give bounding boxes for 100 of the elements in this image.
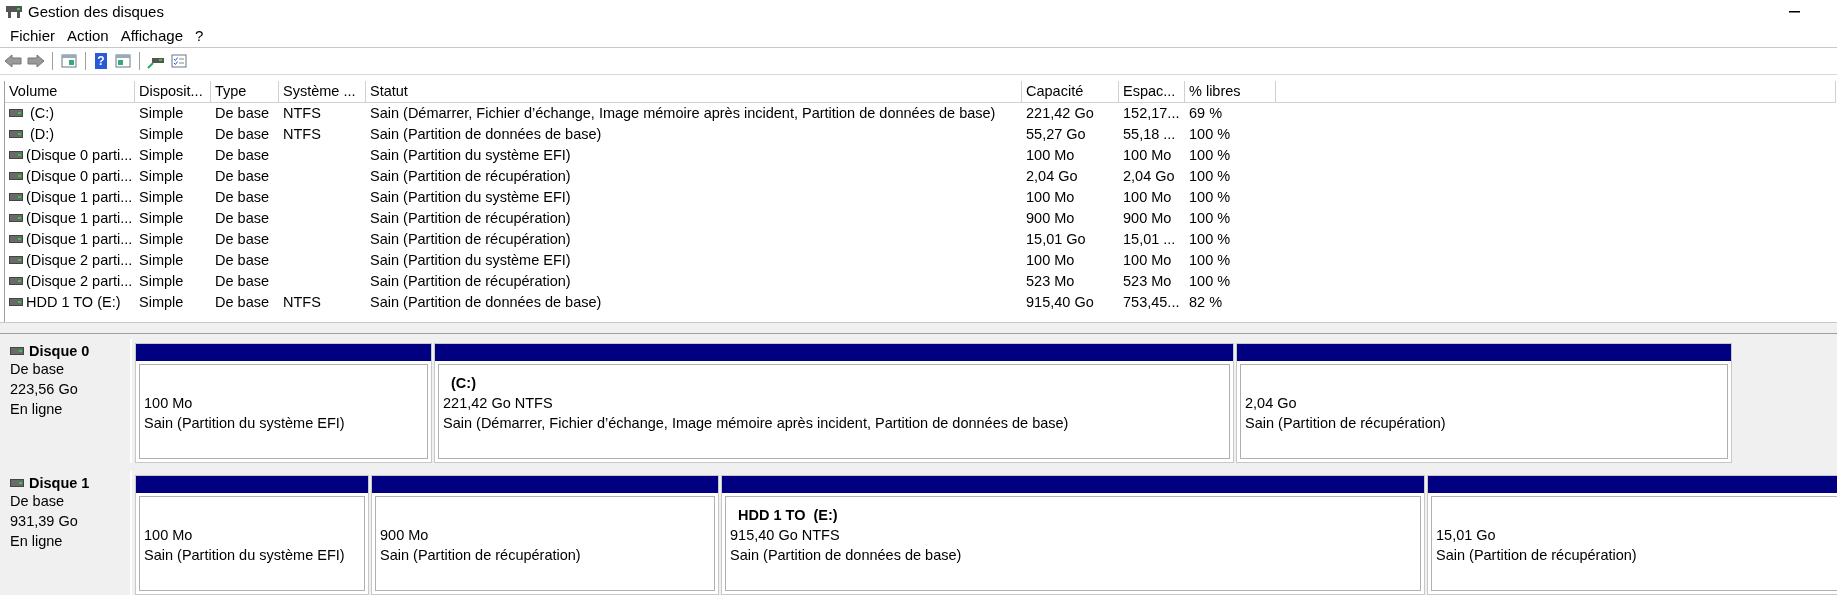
table-cell: Simple bbox=[139, 189, 184, 206]
table-cell: Sain (Partition de données de base) bbox=[370, 294, 602, 311]
table-cell: 100 % bbox=[1189, 252, 1231, 269]
back-arrow-icon[interactable] bbox=[4, 52, 22, 71]
partition-status: Sain (Partition du système EFI) bbox=[144, 414, 346, 433]
menu-item[interactable]: Action bbox=[61, 26, 115, 44]
volume-icon bbox=[9, 256, 23, 265]
partition-status: Sain (Partition de récupération) bbox=[380, 546, 582, 565]
partition-size: 2,04 Go bbox=[1245, 394, 1298, 413]
column-header[interactable]: Capacité bbox=[1022, 80, 1119, 103]
column-header[interactable]: Espac... bbox=[1119, 80, 1185, 103]
volume-icon bbox=[9, 298, 23, 307]
help-button[interactable]: ? bbox=[95, 53, 107, 70]
volume-icon bbox=[9, 172, 23, 181]
partition-size: 15,01 Go bbox=[1436, 526, 1497, 545]
table-cell: 82 % bbox=[1189, 294, 1223, 311]
disk-size: 931,39 Go bbox=[10, 512, 79, 531]
table-cell: 100 % bbox=[1189, 168, 1231, 185]
table-cell: Simple bbox=[139, 252, 184, 269]
table-cell-text: (D:) bbox=[29, 126, 55, 143]
table-cell: 523 Mo bbox=[1123, 273, 1172, 290]
partition-status: Sain (Partition de récupération) bbox=[1436, 546, 1638, 565]
table-cell: Sain (Partition du système EFI) bbox=[370, 252, 571, 269]
table-cell: 900 Mo bbox=[1123, 210, 1172, 227]
disk-name: Disque 1 bbox=[29, 475, 90, 491]
volume-icon bbox=[9, 277, 23, 286]
partition-size: 100 Mo bbox=[144, 394, 194, 413]
disk-type: De base bbox=[10, 492, 65, 511]
partition-status: Sain (Partition du système EFI) bbox=[144, 546, 346, 565]
table-cell: 100 Mo bbox=[1123, 189, 1172, 206]
table-cell: 55,27 Go bbox=[1026, 126, 1086, 143]
partition-label: HDD 1 TO (E:) bbox=[737, 506, 839, 525]
console-tree-icon[interactable] bbox=[60, 52, 78, 71]
table-cell: 100 Mo bbox=[1026, 147, 1075, 164]
menu-item[interactable]: Affichage bbox=[114, 26, 189, 44]
partition-block[interactable]: HDD 1 TO (E:) 915,40 Go NTFS Sain (Partition de données de base) bbox=[721, 475, 1425, 595]
table-cell: Simple bbox=[139, 210, 184, 227]
table-cell: NTFS bbox=[283, 105, 321, 122]
partition-block[interactable]: 2,04 Go Sain (Partition de récupération) bbox=[1236, 343, 1732, 463]
partition-block[interactable]: 100 Mo Sain (Partition du système EFI) bbox=[135, 475, 369, 595]
column-header[interactable]: Statut bbox=[366, 80, 1022, 103]
table-cell: Simple bbox=[139, 105, 184, 122]
minimize-icon[interactable] bbox=[1788, 10, 1800, 13]
table-cell: Simple bbox=[139, 168, 184, 185]
table-cell: (Disque 1 parti... bbox=[26, 210, 133, 227]
table-cell: De base bbox=[215, 210, 269, 227]
volume-icon bbox=[9, 109, 23, 118]
column-header[interactable]: Disposit... bbox=[135, 80, 211, 103]
partition-status: Sain (Partition de récupération) bbox=[1245, 414, 1447, 433]
column-header[interactable]: Système ... bbox=[279, 80, 366, 103]
table-cell: Sain (Démarrer, Fichier d’échange, Image mémoire après incident, Partition de données de base) bbox=[370, 105, 996, 122]
table-cell: De base bbox=[215, 273, 269, 290]
table-cell: (Disque 1 parti... bbox=[26, 189, 133, 206]
partition-size: 915,40 Go NTFS bbox=[730, 526, 841, 545]
table-cell: Simple bbox=[139, 126, 184, 143]
table-cell: (Disque 0 parti... bbox=[26, 168, 133, 185]
menu-item[interactable]: Fichier bbox=[4, 26, 61, 44]
table-cell: 69 % bbox=[1189, 105, 1223, 122]
table-cell: De base bbox=[215, 168, 269, 185]
table-cell: 100 % bbox=[1189, 273, 1231, 290]
disk-size: 223,56 Go bbox=[10, 380, 79, 399]
partition-block[interactable]: 15,01 Go Sain (Partition de récupération) bbox=[1427, 475, 1837, 595]
table-cell: De base bbox=[215, 189, 269, 206]
column-header[interactable]: Type bbox=[211, 80, 279, 103]
table-cell: Sain (Partition du système EFI) bbox=[370, 189, 571, 206]
table-cell: 900 Mo bbox=[1026, 210, 1075, 227]
table-cell: HDD 1 TO (E:) bbox=[26, 294, 121, 311]
partition-block[interactable]: 900 Mo Sain (Partition de récupération) bbox=[371, 475, 719, 595]
forward-arrow-icon[interactable] bbox=[27, 52, 45, 71]
table-cell: Simple bbox=[139, 294, 184, 311]
partition-label: (C:) bbox=[450, 374, 477, 393]
table-cell: Sain (Partition de récupération) bbox=[370, 210, 571, 227]
partition-size: 221,42 Go NTFS bbox=[443, 394, 554, 413]
table-cell: NTFS bbox=[283, 294, 321, 311]
partition-size: 900 Mo bbox=[380, 526, 430, 545]
volume-icon bbox=[9, 151, 23, 160]
table-cell: Simple bbox=[139, 273, 184, 290]
menu-item[interactable]: ? bbox=[189, 26, 210, 44]
volume-icon bbox=[9, 193, 23, 202]
table-cell: Sain (Partition de récupération) bbox=[370, 168, 571, 185]
table-cell: 152,17... bbox=[1123, 105, 1180, 122]
table-cell: 753,45... bbox=[1123, 294, 1180, 311]
partition-block[interactable]: 100 Mo Sain (Partition du système EFI) bbox=[135, 343, 432, 463]
column-header[interactable]: % libres bbox=[1185, 80, 1276, 103]
table-cell: (Disque 1 parti... bbox=[26, 231, 133, 248]
table-cell: 100 Mo bbox=[1026, 189, 1075, 206]
table-cell: 523 Mo bbox=[1026, 273, 1075, 290]
table-cell: Simple bbox=[139, 231, 184, 248]
table-cell: 100 Mo bbox=[1026, 252, 1075, 269]
table-cell: 15,01 Go bbox=[1026, 231, 1086, 248]
column-header[interactable]: Volume bbox=[5, 80, 135, 103]
table-cell: 15,01 ... bbox=[1123, 231, 1176, 248]
disk-status: En ligne bbox=[10, 532, 64, 551]
table-cell: Sain (Partition du système EFI) bbox=[370, 147, 571, 164]
properties-icon[interactable] bbox=[170, 52, 188, 71]
action-pane-icon[interactable] bbox=[114, 52, 132, 71]
table-cell: (Disque 2 parti... bbox=[26, 252, 133, 269]
partition-block[interactable]: (C:) 221,42 Go NTFS Sain (Démarrer, Fichier d’échange, Image mémoire après incident, Partition de données de base) bbox=[434, 343, 1234, 463]
disk-management-icon bbox=[6, 4, 22, 19]
table-cell: 915,40 Go bbox=[1026, 294, 1094, 311]
